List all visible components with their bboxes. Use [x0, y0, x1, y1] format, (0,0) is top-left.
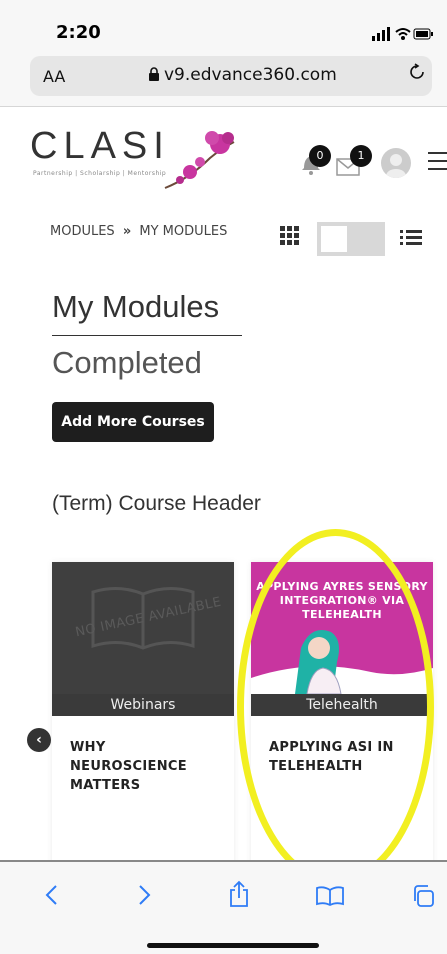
- tab-completed[interactable]: Completed: [52, 345, 202, 381]
- highlight-ellipse: [237, 529, 434, 885]
- breadcrumb-separator: »: [122, 224, 132, 239]
- back-icon[interactable]: [44, 884, 58, 912]
- browser-toolbar: [0, 862, 447, 954]
- signal-icon: [372, 27, 390, 41]
- share-icon[interactable]: [229, 880, 249, 914]
- course-title[interactable]: WHY NEUROSCIENCE MATTERS: [70, 738, 220, 795]
- grid-view-icon[interactable]: [280, 226, 300, 250]
- home-indicator: [147, 943, 319, 948]
- wifi-icon: [395, 28, 411, 40]
- status-icons: [372, 26, 434, 46]
- course-image: NO IMAGE AVAILABLE: [52, 562, 234, 694]
- messages-badge: 1: [350, 145, 372, 167]
- course-category: Webinars: [52, 694, 234, 716]
- menu-icon[interactable]: [428, 152, 447, 176]
- breadcrumb-modules[interactable]: MODULES: [50, 224, 115, 239]
- term-header: (Term) Course Header: [52, 492, 261, 515]
- page-title: My Modules: [52, 289, 220, 324]
- title-divider: [52, 335, 242, 336]
- course-card[interactable]: NO IMAGE AVAILABLE Webinars WHY NEUROSCI…: [52, 562, 234, 882]
- carousel-prev-button[interactable]: ‹: [27, 728, 51, 752]
- logo-tagline: Partnership | Scholarship | Mentorship: [33, 170, 167, 177]
- battery-icon: [413, 28, 433, 40]
- add-more-courses-button[interactable]: Add More Courses: [52, 402, 214, 442]
- url-display[interactable]: v9.edvance360.com: [148, 65, 337, 85]
- logo[interactable]: CLASI: [30, 125, 170, 168]
- lock-icon: [149, 67, 159, 81]
- notifications-badge: 0: [309, 145, 331, 167]
- avatar[interactable]: [381, 148, 411, 178]
- logo-flower-icon: [164, 131, 235, 189]
- reload-icon[interactable]: [408, 62, 426, 86]
- list-view-icon[interactable]: [400, 230, 422, 250]
- status-time: 2:20: [56, 22, 101, 43]
- text-size-button[interactable]: AA: [43, 67, 65, 86]
- forward-icon[interactable]: [138, 884, 152, 912]
- bookmarks-icon[interactable]: [316, 886, 344, 912]
- url-text: v9.edvance360.com: [164, 65, 337, 85]
- breadcrumb-my-modules[interactable]: MY MODULES: [139, 224, 227, 239]
- tabs-icon[interactable]: [411, 884, 435, 914]
- view-toggle-knob[interactable]: [321, 226, 347, 252]
- breadcrumb: MODULES » MY MODULES: [50, 224, 227, 239]
